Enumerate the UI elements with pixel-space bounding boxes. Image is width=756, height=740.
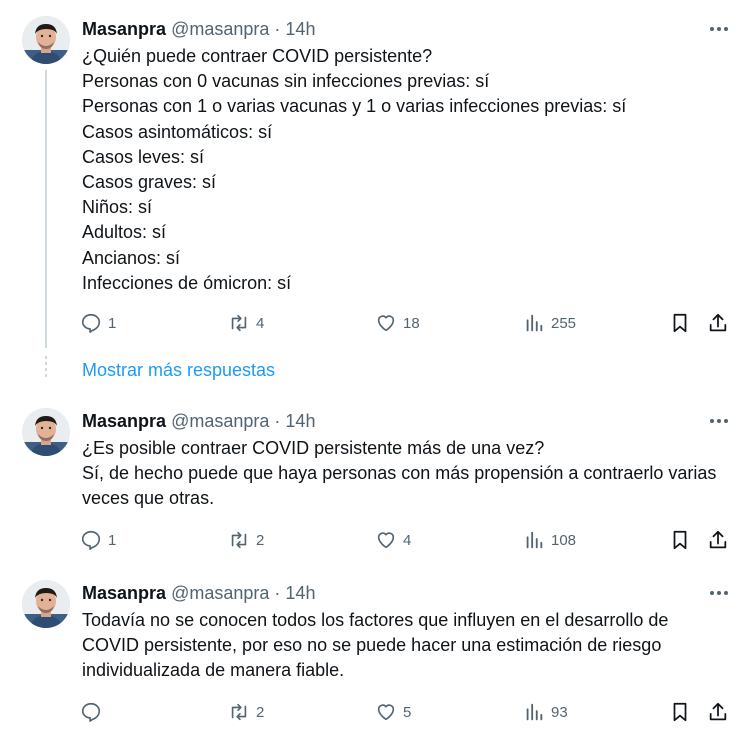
views-icon (526, 314, 543, 332)
thread-line (45, 70, 47, 348)
like-count: 5 (403, 703, 412, 721)
retweet-button[interactable]: 4 (228, 309, 264, 337)
separator: · (274, 19, 281, 39)
retweet-icon (231, 531, 247, 549)
tweet-line: ¿Es posible contraer COVID persistente m… (82, 438, 545, 458)
tweet-line: Infecciones de ómicron: sí (82, 272, 292, 293)
handle[interactable]: @masanpra (171, 411, 269, 431)
like-button[interactable]: 5 (375, 698, 411, 726)
reply-count: 1 (108, 531, 117, 549)
like-count: 4 (403, 531, 412, 549)
tweet-line: Casos graves: sí (82, 172, 217, 193)
tweet-text: ¿Quién puede contraer COVID persistente?… (82, 44, 732, 296)
tweet-line: veces que otras. (82, 488, 215, 509)
retweet-count: 2 (256, 703, 265, 721)
timestamp[interactable]: 14h (285, 583, 315, 603)
more-icon (710, 27, 728, 31)
bookmark-icon (673, 313, 687, 333)
tweet-line: Sí, de hecho puede que haya personas con… (82, 463, 717, 484)
handle[interactable]: @masanpra (171, 19, 269, 39)
views-button[interactable]: 93 (523, 698, 568, 726)
reply-icon (81, 702, 101, 722)
timestamp[interactable]: 14h (285, 19, 315, 39)
reply-button[interactable] (80, 698, 108, 726)
share-button[interactable] (707, 309, 729, 337)
action-bar: 1 4 18 255 (80, 309, 740, 337)
handle[interactable]: @masanpra (171, 583, 269, 603)
views-button[interactable]: 255 (523, 309, 576, 337)
more-options-button[interactable] (705, 19, 733, 39)
views-icon (526, 531, 543, 549)
action-bar: 2 5 93 (80, 698, 740, 726)
share-icon (709, 702, 727, 721)
show-more-replies-link[interactable]: Mostrar más respuestas (82, 360, 275, 381)
retweet-button[interactable]: 2 (228, 698, 264, 726)
avatar[interactable] (22, 16, 70, 64)
view-count: 108 (551, 531, 577, 549)
tweet-line: Casos leves: sí (82, 146, 205, 167)
share-button[interactable] (707, 698, 729, 726)
retweet-button[interactable]: 2 (228, 526, 264, 554)
tweet-line: Personas con 0 vacunas sin infecciones p… (82, 71, 490, 92)
tweet-line: Todavía no se conocen todos los factores… (82, 610, 669, 630)
views-icon (526, 703, 543, 721)
retweet-count: 4 (256, 314, 265, 332)
like-button[interactable]: 18 (375, 309, 420, 337)
tweet-line: Personas con 1 o varias vacunas y 1 o va… (82, 96, 627, 117)
bookmark-icon (673, 702, 687, 722)
reply-button[interactable]: 1 (80, 309, 116, 337)
share-icon (709, 313, 727, 332)
more-icon (710, 591, 728, 595)
like-count: 18 (403, 314, 420, 332)
tweet-line: individualizada de manera fiable. (82, 660, 345, 681)
like-icon (377, 315, 395, 332)
bookmark-icon (673, 530, 687, 550)
more-options-button[interactable] (705, 411, 733, 431)
avatar[interactable] (22, 580, 70, 628)
view-count: 93 (551, 703, 568, 721)
like-icon (377, 532, 395, 549)
tweet-line: Casos asintomáticos: sí (82, 121, 273, 142)
tweet-line: Ancianos: sí (82, 247, 181, 268)
timestamp[interactable]: 14h (285, 411, 315, 431)
display-name[interactable]: Masanpra (82, 411, 166, 431)
tweet-header: Masanpra @masanpra · 14h (82, 582, 315, 604)
tweet-text: Todavía no se conocen todos los factores… (82, 608, 732, 684)
reply-button[interactable]: 1 (80, 526, 116, 554)
display-name[interactable]: Masanpra (82, 583, 166, 603)
separator: · (274, 583, 281, 603)
reply-count: 1 (108, 314, 117, 332)
retweet-count: 2 (256, 531, 265, 549)
bookmark-button[interactable] (669, 309, 691, 337)
share-button[interactable] (707, 526, 729, 554)
more-options-button[interactable] (705, 583, 733, 603)
view-count: 255 (551, 314, 577, 332)
tweet-line: Niños: sí (82, 197, 153, 218)
avatar[interactable] (22, 408, 70, 456)
separator: · (274, 411, 281, 431)
tweet-text: ¿Es posible contraer COVID persistente m… (82, 436, 732, 512)
like-button[interactable]: 4 (375, 526, 411, 554)
retweet-icon (231, 314, 247, 332)
display-name[interactable]: Masanpra (82, 19, 166, 39)
like-icon (377, 704, 395, 721)
tweet-line: COVID persistente, por eso no se puede h… (82, 635, 662, 656)
action-bar: 1 2 4 108 (80, 526, 740, 554)
reply-icon (81, 530, 101, 550)
retweet-icon (231, 703, 247, 721)
tweet-line: ¿Quién puede contraer COVID persistente? (82, 46, 433, 66)
bookmark-button[interactable] (669, 526, 691, 554)
tweet-line: Adultos: sí (82, 222, 167, 243)
share-icon (709, 530, 727, 549)
bookmark-button[interactable] (669, 698, 691, 726)
tweet-header: Masanpra @masanpra · 14h (82, 18, 315, 40)
views-button[interactable]: 108 (523, 526, 576, 554)
more-icon (710, 419, 728, 423)
reply-icon (81, 313, 101, 333)
tweet-header: Masanpra @masanpra · 14h (82, 410, 315, 432)
thread-dots (45, 356, 47, 380)
